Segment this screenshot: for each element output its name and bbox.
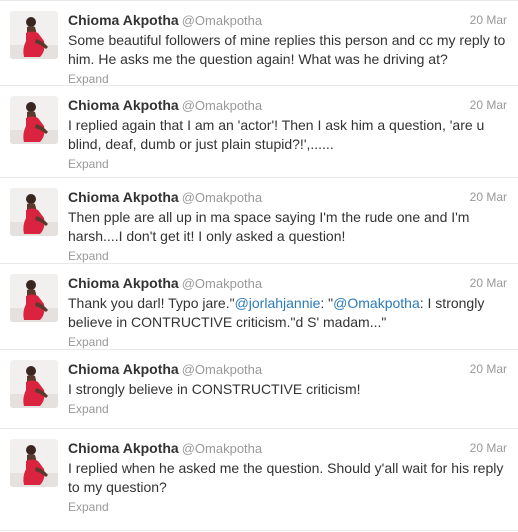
- tweet-text: I replied again that I am an 'actor'! Th…: [68, 116, 508, 154]
- author-name[interactable]: Chioma Akpotha: [68, 97, 179, 113]
- tweet-header: Chioma Akpotha @Omakpotha: [68, 273, 508, 293]
- tweet-text: I strongly believe in CONSTRUCTIVE criti…: [68, 380, 508, 399]
- tweet-timestamp[interactable]: 20 Mar: [470, 438, 507, 458]
- author-handle[interactable]: @Omakpotha: [182, 190, 262, 205]
- mention-link[interactable]: @jorlahjannie: [235, 295, 321, 311]
- tweet-text: Thank you darl! Typo jare."@jorlahjannie…: [68, 294, 508, 332]
- tweet-header: Chioma Akpotha @Omakpotha: [68, 10, 508, 30]
- author-name[interactable]: Chioma Akpotha: [68, 12, 179, 28]
- tweet-text-segment: I replied when he asked me the question.…: [68, 460, 504, 495]
- tweet-text: Some beautiful followers of mine replies…: [68, 31, 508, 69]
- tweet-item[interactable]: Chioma Akpotha @Omakpotha 20 Mar I replie…: [0, 86, 518, 178]
- tweet-text-segment: Then pple are all up in ma space saying …: [68, 209, 470, 244]
- tweet-text-segment: I strongly believe in CONSTRUCTIVE criti…: [68, 381, 361, 397]
- avatar[interactable]: [10, 188, 58, 236]
- tweet-text-segment: : ": [320, 295, 334, 311]
- author-name[interactable]: Chioma Akpotha: [68, 275, 179, 291]
- expand-link[interactable]: Expand: [68, 401, 508, 417]
- tweet-timeline: Chioma Akpotha @Omakpotha 20 Mar Some bea…: [0, 0, 518, 531]
- author-handle[interactable]: @Omakpotha: [182, 13, 262, 28]
- tweet-item[interactable]: Chioma Akpotha @Omakpotha 20 Mar I strong…: [0, 350, 518, 429]
- author-handle[interactable]: @Omakpotha: [182, 441, 262, 456]
- author-handle[interactable]: @Omakpotha: [182, 276, 262, 291]
- tweet-text: I replied when he asked me the question.…: [68, 459, 508, 497]
- tweet-text: Then pple are all up in ma space saying …: [68, 208, 508, 246]
- tweet-item[interactable]: Chioma Akpotha @Omakpotha 20 Mar I replie…: [0, 429, 518, 531]
- tweet-item[interactable]: Chioma Akpotha @Omakpotha 20 Mar Then ppl…: [0, 178, 518, 264]
- expand-link[interactable]: Expand: [68, 248, 508, 264]
- tweet-header: Chioma Akpotha @Omakpotha: [68, 438, 508, 458]
- expand-link[interactable]: Expand: [68, 499, 508, 515]
- tweet-header: Chioma Akpotha @Omakpotha: [68, 95, 508, 115]
- expand-link[interactable]: Expand: [68, 71, 508, 87]
- avatar[interactable]: [10, 11, 58, 59]
- expand-link[interactable]: Expand: [68, 334, 508, 350]
- tweet-timestamp[interactable]: 20 Mar: [470, 95, 507, 115]
- tweet-timestamp[interactable]: 20 Mar: [470, 10, 507, 30]
- tweet-item[interactable]: Chioma Akpotha @Omakpotha 20 Mar Thank yo…: [0, 264, 518, 350]
- tweet-timestamp[interactable]: 20 Mar: [470, 359, 507, 379]
- avatar[interactable]: [10, 439, 58, 487]
- tweet-header: Chioma Akpotha @Omakpotha: [68, 359, 508, 379]
- author-name[interactable]: Chioma Akpotha: [68, 361, 179, 377]
- author-name[interactable]: Chioma Akpotha: [68, 440, 179, 456]
- tweet-text-segment: I replied again that I am an 'actor'! Th…: [68, 117, 485, 152]
- avatar[interactable]: [10, 360, 58, 408]
- mention-link[interactable]: @Omakpotha: [333, 295, 420, 311]
- author-name[interactable]: Chioma Akpotha: [68, 189, 179, 205]
- avatar[interactable]: [10, 96, 58, 144]
- expand-link[interactable]: Expand: [68, 156, 508, 172]
- tweet-timestamp[interactable]: 20 Mar: [470, 273, 507, 293]
- author-handle[interactable]: @Omakpotha: [182, 362, 262, 377]
- tweet-text-segment: Some beautiful followers of mine replies…: [68, 32, 506, 67]
- tweet-item[interactable]: Chioma Akpotha @Omakpotha 20 Mar Some bea…: [0, 1, 518, 86]
- tweet-text-segment: Thank you darl! Typo jare.": [68, 295, 235, 311]
- tweet-timestamp[interactable]: 20 Mar: [470, 187, 507, 207]
- tweet-header: Chioma Akpotha @Omakpotha: [68, 187, 508, 207]
- author-handle[interactable]: @Omakpotha: [182, 98, 262, 113]
- avatar[interactable]: [10, 274, 58, 322]
